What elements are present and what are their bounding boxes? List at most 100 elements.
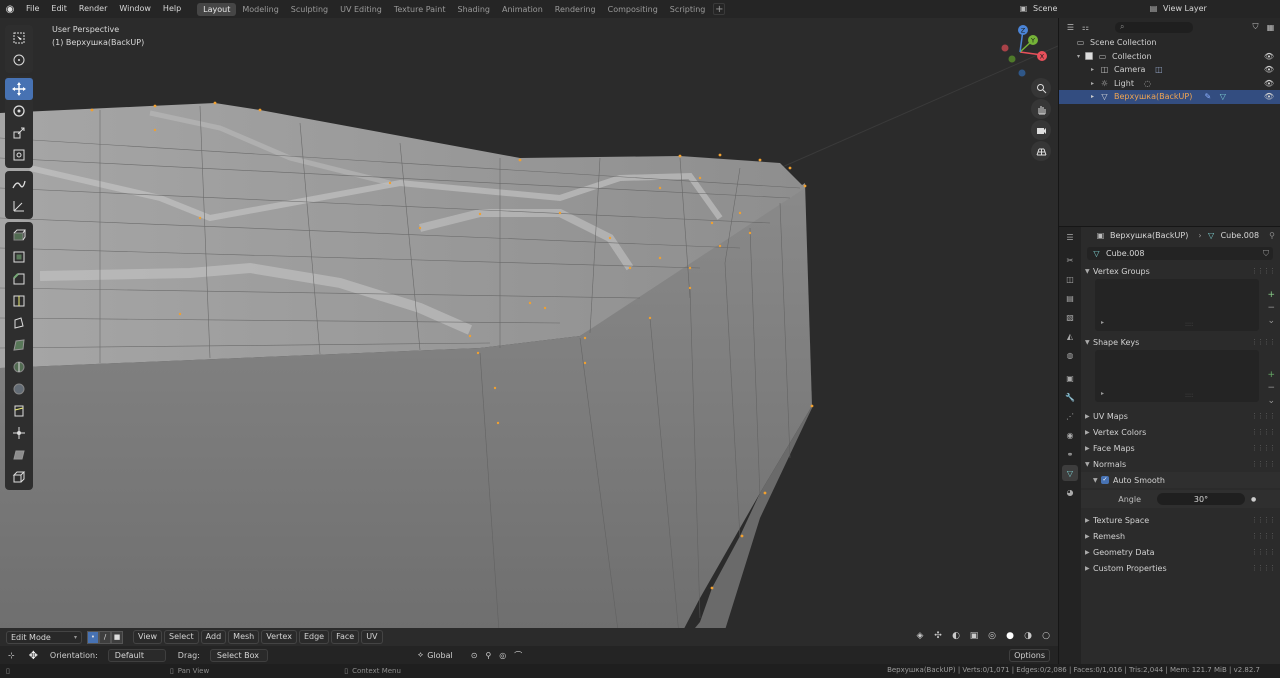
panel-vertex-colors[interactable]: ▶ Vertex Colors ⋮⋮⋮⋮ [1081,424,1280,440]
pan-hand-icon[interactable] [1031,99,1051,119]
chevron-down-icon[interactable]: ⌄ [1267,396,1275,406]
bevel-tool[interactable] [5,268,33,290]
scene-tab-icon[interactable]: ◭ [1062,328,1078,344]
auto-smooth-checkbox[interactable]: ✓ [1101,476,1109,484]
loop-cut-tool[interactable] [5,290,33,312]
spin-tool[interactable] [5,356,33,378]
shear-tool[interactable] [5,444,33,466]
outliner-item-camera[interactable]: ▸ ◫ Camera ◫ 👁 [1059,63,1280,77]
render-tab-icon[interactable]: ◫ [1062,271,1078,287]
transform-tool[interactable] [5,144,33,166]
smooth-tool[interactable] [5,378,33,400]
material-tab-icon[interactable]: ◕ [1062,484,1078,500]
move-tool[interactable] [5,78,33,100]
extrude-tool[interactable] [5,224,33,246]
rotate-tool[interactable] [5,100,33,122]
tab-uv-editing[interactable]: UV Editing [334,3,388,16]
outliner-item-light[interactable]: ▸ ☼ Light ◌ 👁 [1059,77,1280,91]
vertex-select-icon[interactable]: • [87,630,99,644]
particles-tab-icon[interactable]: ⋰ [1062,408,1078,424]
resize-handle-icon[interactable]: :::: [1185,392,1193,399]
panel-uv-maps[interactable]: ▶ UV Maps ⋮⋮⋮⋮ [1081,408,1280,424]
filter-icon[interactable]: ⛉ [1250,22,1261,33]
drag-grip-icon[interactable]: ⋮⋮⋮⋮ [1251,460,1276,468]
transform-orientation-dropdown[interactable]: Global [427,651,453,660]
menu-edge[interactable]: Edge [298,630,330,644]
menu-vertex[interactable]: Vertex [261,630,297,644]
panel-normals[interactable]: ▼ Normals ⋮⋮⋮⋮ [1081,456,1280,472]
tool-picker-icon[interactable]: ⊹ [8,651,15,660]
outliner-collection[interactable]: ▾ ▭ Collection 👁 [1059,50,1280,64]
drag-grip-icon[interactable]: ⋮⋮⋮⋮ [1251,564,1276,572]
navigation-gizmo[interactable]: X Y Z [996,22,1052,82]
panel-geometry-data[interactable]: ▶ Geometry Data ⋮⋮⋮⋮ [1081,544,1280,560]
tab-animation[interactable]: Animation [496,3,549,16]
subpanel-auto-smooth[interactable]: ▼ ✓ Auto Smooth [1081,472,1280,488]
pivot-icon[interactable]: ⊙ [471,651,478,660]
rendered-shading-icon[interactable]: ○ [1040,630,1052,642]
mode-selector[interactable]: Edit Mode ▾ [6,630,82,644]
gizmo-toggle-icon[interactable]: ✣ [932,630,944,642]
overlay-toggle-icon[interactable]: ◐ [950,630,962,642]
knife-tool[interactable] [5,312,33,334]
chevron-down-icon[interactable]: ⌄ [1267,316,1275,326]
panel-face-maps[interactable]: ▶ Face Maps ⋮⋮⋮⋮ [1081,440,1280,456]
shrink-fatten-tool[interactable] [5,422,33,444]
drag-grip-icon[interactable]: ⋮⋮⋮⋮ [1251,338,1276,346]
menu-add[interactable]: Add [200,630,227,644]
menu-render[interactable]: Render [73,0,113,18]
menu-file[interactable]: File [20,0,45,18]
poly-build-tool[interactable] [5,334,33,356]
perspective-toggle-icon[interactable] [1031,141,1051,161]
panel-shape-keys[interactable]: ▼ Shape Keys ⋮⋮⋮⋮ [1081,334,1280,350]
keyframe-dot-icon[interactable]: ● [1251,496,1256,503]
select-box-tool[interactable] [5,27,33,49]
measure-tool[interactable] [5,195,33,217]
visibility-icon[interactable]: ◈ [914,630,926,642]
edge-select-icon[interactable]: / [99,630,111,644]
annotate-tool[interactable] [5,173,33,195]
modifier-tab-icon[interactable]: 🔧 [1062,389,1078,405]
output-tab-icon[interactable]: ▤ [1062,290,1078,306]
tab-modeling[interactable]: Modeling [236,3,284,16]
rip-region-tool[interactable] [5,466,33,488]
display-mode-icon[interactable]: ⚏ [1080,22,1091,33]
expand-arrow-icon[interactable]: ▸ [1091,93,1099,100]
mesh-datablock-field[interactable]: ▽ Cube.008 ⛉ [1087,247,1273,260]
resize-handle-icon[interactable]: :::: [1185,321,1193,328]
expand-arrow-icon[interactable]: ▸ [1091,80,1099,87]
menu-help[interactable]: Help [157,0,187,18]
shape-keys-list[interactable]: ▸ :::: [1095,350,1259,402]
menu-edit[interactable]: Edit [45,0,73,18]
physics-tab-icon[interactable]: ◉ [1062,427,1078,443]
fake-user-icon[interactable]: ⛉ [1263,249,1269,259]
drag-dropdown[interactable]: Select Box [209,648,268,662]
expand-arrow-icon[interactable]: ▸ [1101,319,1104,326]
drag-grip-icon[interactable]: ⋮⋮⋮⋮ [1251,444,1276,452]
drag-grip-icon[interactable]: ⋮⋮⋮⋮ [1251,412,1276,420]
pin-icon[interactable]: ⚲ [1269,231,1275,240]
constraints-tab-icon[interactable]: ⚭ [1062,446,1078,462]
add-workspace-button[interactable]: + [713,3,726,15]
tab-sculpting[interactable]: Sculpting [285,3,334,16]
object-tab-icon[interactable]: ▣ [1062,370,1078,386]
menu-face[interactable]: Face [331,630,360,644]
tab-layout[interactable]: Layout [197,2,237,16]
face-select-icon[interactable]: ■ [111,630,123,644]
material-shading-icon[interactable]: ◑ [1022,630,1034,642]
panel-texture-space[interactable]: ▶ Texture Space ⋮⋮⋮⋮ [1081,512,1280,528]
expand-arrow-icon[interactable]: ▸ [1091,66,1099,73]
inset-tool[interactable] [5,246,33,268]
collection-checkbox[interactable] [1085,52,1093,61]
solid-shading-icon[interactable]: ● [1004,630,1016,642]
world-tab-icon[interactable]: ◍ [1062,347,1078,363]
snap-icon[interactable]: ⚲ [485,651,491,660]
scene-selector[interactable]: ▣ Scene [1018,2,1126,15]
wireframe-shading-icon[interactable]: ◎ [986,630,998,642]
menu-mesh[interactable]: Mesh [228,630,260,644]
blender-logo-icon[interactable]: ◉ [0,0,20,18]
edge-slide-tool[interactable] [5,400,33,422]
camera-view-icon[interactable] [1031,120,1051,140]
orientation-dropdown[interactable]: Default [107,648,166,662]
falloff-icon[interactable]: ⌒ [514,650,522,661]
